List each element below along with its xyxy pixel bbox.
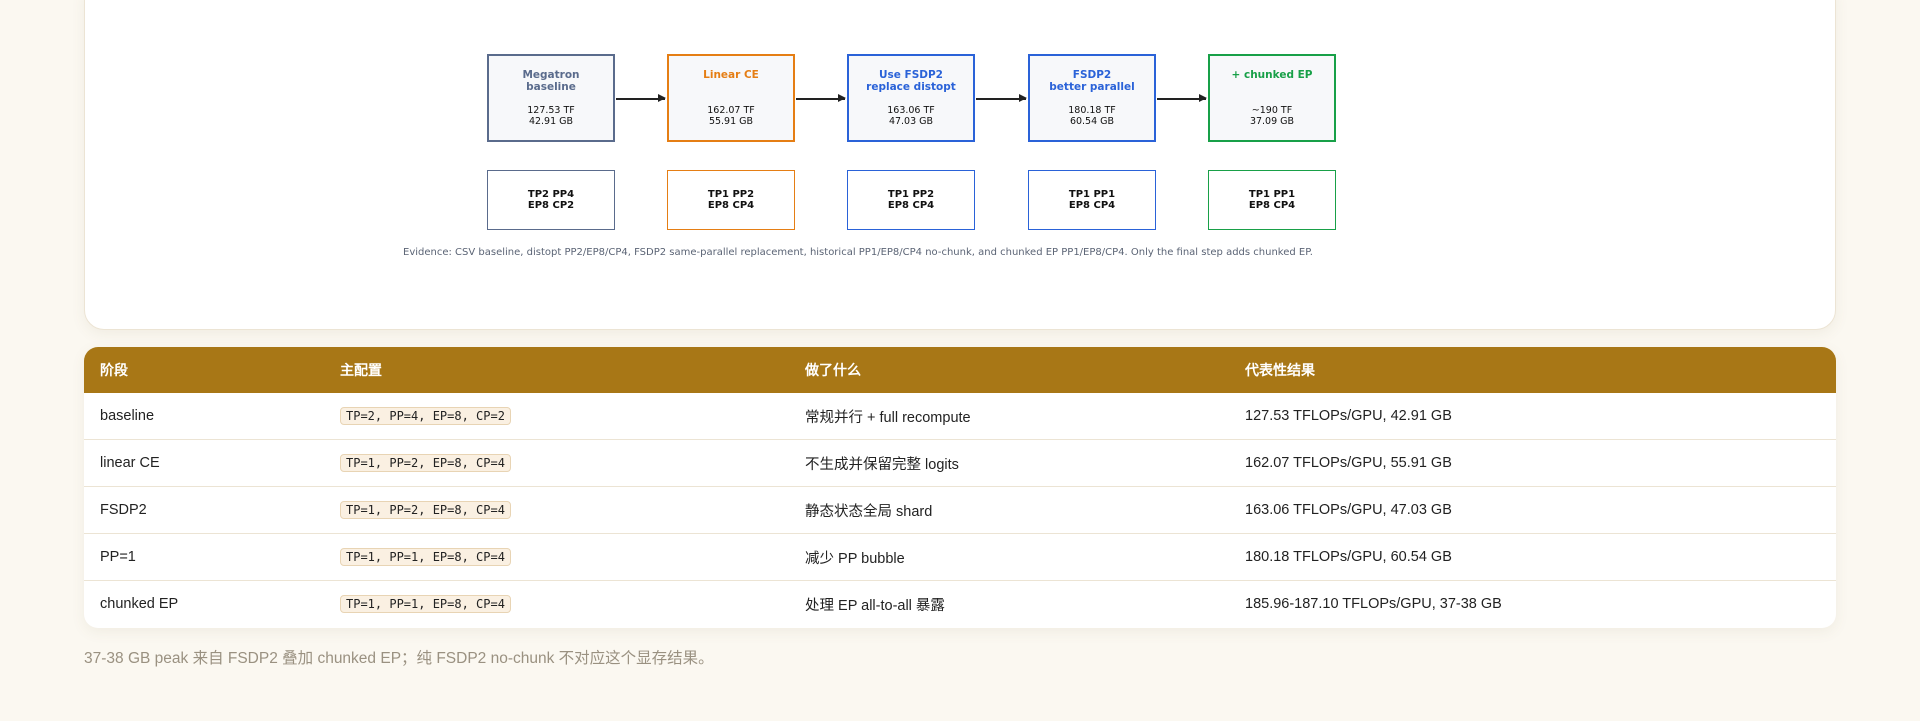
config-cell: TP=1, PP=1, EP=8, CP=4: [324, 533, 789, 581]
stage-config-line: EP8 CP2: [527, 200, 575, 211]
column-header-config: 主配置: [324, 347, 789, 393]
table-row: PP=1 TP=1, PP=1, EP=8, CP=4 减少 PP bubble 18…: [84, 533, 1836, 581]
stage-config-line: EP8 CP4: [1248, 200, 1296, 211]
flow-arrow: [616, 95, 666, 101]
config-cell: TP=1, PP=1, EP=8, CP=4: [324, 581, 789, 628]
stage-title: Linear CE: [703, 69, 759, 81]
stage-memory: 37.09 GB: [1249, 116, 1295, 127]
action-cell: 减少 PP bubble: [789, 533, 1229, 581]
flow-arrow: [976, 95, 1027, 101]
config-code: TP=1, PP=1, EP=8, CP=4: [340, 595, 511, 613]
stage-memory: 42.91 GB: [528, 116, 574, 127]
stage-config-line: TP1 PP1: [1068, 189, 1116, 200]
table-row: FSDP2 TP=1, PP=2, EP=8, CP=4 静态状态全局 shard 1…: [84, 486, 1836, 534]
stage-config-box: TP1 PP1 EP8 CP4: [1208, 170, 1336, 230]
table-row: linear CE TP=1, PP=2, EP=8, CP=4 不生成并保留完整 …: [84, 439, 1836, 487]
stage-config-line: EP8 CP4: [707, 200, 755, 211]
action-cell: 不生成并保留完整 logits: [789, 439, 1229, 487]
stage-box: Megatron baseline 127.53 TF 42.91 GB: [487, 54, 615, 142]
stage-box: + chunked EP ~190 TF 37.09 GB: [1208, 54, 1336, 142]
stage-memory: 60.54 GB: [1069, 116, 1115, 127]
flow-arrow: [796, 95, 846, 101]
stage-config-line: TP1 PP1: [1248, 189, 1296, 200]
config-cell: TP=2, PP=4, EP=8, CP=2: [324, 393, 789, 440]
stage-box: FSDP2 better parallel 180.18 TF 60.54 GB: [1028, 54, 1156, 142]
column-header-stage: 阶段: [84, 347, 324, 393]
stage-memory: 55.91 GB: [708, 116, 754, 127]
stage-cell: linear CE: [84, 439, 324, 487]
result-cell: 180.18 TFLOPs/GPU, 60.54 GB: [1229, 533, 1836, 581]
stage-config-box: TP1 PP2 EP8 CP4: [667, 170, 795, 230]
stage-title: Megatron baseline: [522, 69, 580, 93]
pipeline-diagram-card: [84, 0, 1836, 330]
config-code: TP=1, PP=2, EP=8, CP=4: [340, 501, 511, 519]
config-cell: TP=1, PP=2, EP=8, CP=4: [324, 439, 789, 487]
stage-config-box: TP1 PP1 EP8 CP4: [1028, 170, 1156, 230]
stage-config-line: TP1 PP2: [707, 189, 755, 200]
table-header-row: 阶段 主配置 做了什么 代表性结果: [84, 347, 1836, 393]
stage-tflops: 127.53 TF: [527, 105, 575, 116]
table-row: chunked EP TP=1, PP=1, EP=8, CP=4 处理 EP al…: [84, 581, 1836, 628]
stage-tflops: 180.18 TF: [1068, 105, 1116, 116]
stage-tflops: ~190 TF: [1251, 105, 1293, 116]
result-cell: 127.53 TFLOPs/GPU, 42.91 GB: [1229, 393, 1836, 440]
stage-config-line: TP2 PP4: [527, 189, 575, 200]
action-cell: 处理 EP all-to-all 暴露: [805, 597, 945, 614]
stage-cell: FSDP2: [84, 486, 324, 534]
flow-arrow: [1157, 95, 1207, 101]
stage-box: Use FSDP2 replace distopt 163.06 TF 47.03 …: [847, 54, 975, 142]
config-code: TP=1, PP=2, EP=8, CP=4: [340, 454, 511, 472]
stage-box: Linear CE 162.07 TF 55.91 GB: [667, 54, 795, 142]
result-cell: 162.07 TFLOPs/GPU, 55.91 GB: [1229, 439, 1836, 487]
action-cell: 静态状态全局 shard: [789, 486, 1229, 534]
config-code: TP=1, PP=1, EP=8, CP=4: [340, 548, 511, 566]
stage-cell: baseline: [84, 393, 324, 440]
stage-table: 阶段 主配置 做了什么 代表性结果 baseline TP=2, PP=4, EP…: [84, 347, 1836, 628]
stage-config-line: EP8 CP4: [887, 200, 935, 211]
evidence-note: Evidence: CSV baseline, distopt PP2/EP8/…: [403, 247, 1313, 258]
stage-config-line: TP1 PP2: [887, 189, 935, 200]
stage-title: FSDP2 better parallel: [1049, 69, 1135, 93]
config-cell: TP=1, PP=2, EP=8, CP=4: [324, 486, 789, 534]
stage-tflops: 162.07 TF: [707, 105, 755, 116]
stage-tflops: 163.06 TF: [887, 105, 935, 116]
stage-title: + chunked EP: [1231, 69, 1313, 81]
result-cell: 185.96-187.10 TFLOPs/GPU, 37-38 GB: [1245, 596, 1502, 612]
stage-config-line: EP8 CP4: [1068, 200, 1116, 211]
stage-title: Use FSDP2 replace distopt: [866, 69, 956, 93]
column-header-result: 代表性结果: [1229, 347, 1836, 393]
action-cell: 常规并行 + full recompute: [789, 393, 1229, 440]
result-cell: 163.06 TFLOPs/GPU, 47.03 GB: [1229, 486, 1836, 534]
column-header-action: 做了什么: [789, 347, 1229, 393]
stage-config-box: TP1 PP2 EP8 CP4: [847, 170, 975, 230]
stage-cell: chunked EP: [100, 596, 179, 612]
table-row: baseline TP=2, PP=4, EP=8, CP=2 常规并行 + ful…: [84, 393, 1836, 440]
stage-memory: 47.03 GB: [888, 116, 934, 127]
table-body: baseline TP=2, PP=4, EP=8, CP=2 常规并行 + ful…: [84, 393, 1836, 627]
stage-config-box: TP2 PP4 EP8 CP2: [487, 170, 615, 230]
config-code: TP=2, PP=4, EP=8, CP=2: [340, 407, 511, 425]
stage-cell: PP=1: [84, 533, 324, 581]
footnote: 37-38 GB peak 来自 FSDP2 叠加 chunked EP；纯 F…: [84, 650, 714, 667]
